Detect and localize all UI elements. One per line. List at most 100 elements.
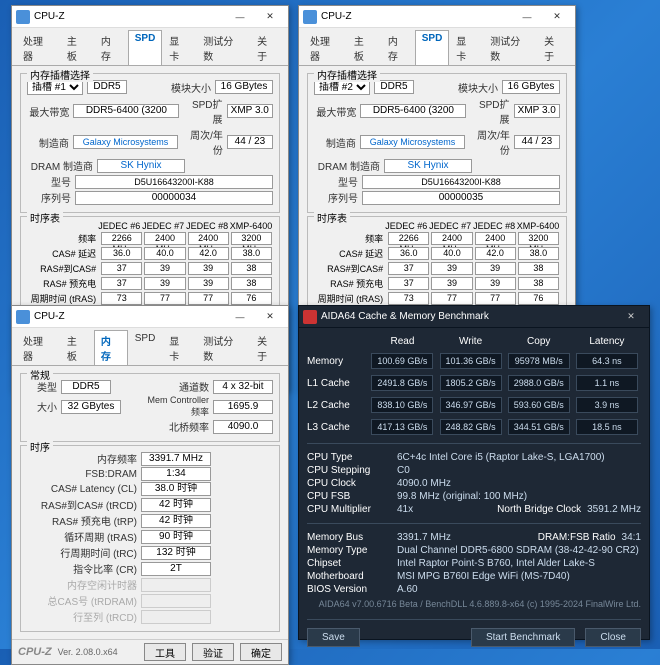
timing-cell: 39: [144, 262, 185, 275]
info-key: CPU Multiplier: [307, 504, 397, 515]
close-button[interactable]: ✕: [256, 8, 284, 26]
maxbw-label: 最大带宽: [314, 104, 356, 119]
tab-about[interactable]: 关于: [250, 330, 284, 365]
info-value: Dual Channel DDR5-6800 SDRAM (38-42-42-9…: [397, 545, 641, 556]
tab-memory[interactable]: 内存: [94, 330, 128, 365]
timing-cell: 76: [518, 292, 559, 305]
aida64-window: AIDA64 Cache & Memory Benchmark ✕ Read W…: [298, 305, 650, 640]
minimize-button[interactable]: —: [226, 308, 254, 326]
fsbdram-label: FSB:DRAM: [27, 469, 137, 480]
close-button[interactable]: ✕: [256, 308, 284, 326]
mfr-value[interactable]: Galaxy Microsystems Ltd.: [360, 135, 465, 149]
tab-spd[interactable]: SPD: [415, 30, 450, 65]
tab-mainboard[interactable]: 主板: [347, 30, 381, 65]
info-key: CPU FSB: [307, 491, 397, 502]
mfr-label: 制造商: [314, 135, 356, 150]
timing-cell: 37: [388, 277, 429, 290]
timing-cell: 38: [231, 262, 272, 275]
tab-cpu[interactable]: 处理器: [303, 30, 347, 65]
timing-cell: 38.0: [518, 247, 559, 260]
modsize-value: 16 GBytes: [502, 80, 560, 94]
info-key2: North Bridge Clock: [497, 504, 587, 515]
idle-value: [141, 578, 211, 592]
window-title: AIDA64 Cache & Memory Benchmark: [321, 311, 489, 322]
tab-bench[interactable]: 测试分数: [483, 30, 537, 65]
ok-button[interactable]: 确定: [240, 643, 282, 661]
mfr-value[interactable]: Galaxy Microsystems Ltd.: [73, 135, 178, 149]
close-button[interactable]: ✕: [543, 8, 571, 26]
tab-cpu[interactable]: 处理器: [16, 30, 60, 65]
cpuz-logo: CPU-Z: [18, 646, 52, 658]
tab-mainboard[interactable]: 主板: [60, 330, 94, 365]
tab-graphics[interactable]: 显卡: [162, 330, 196, 365]
tab-spd[interactable]: SPD: [128, 30, 163, 65]
save-button[interactable]: Save: [307, 628, 360, 647]
serial-label: 序列号: [27, 190, 71, 205]
bench-row-name: L1 Cache: [307, 378, 368, 389]
timing-cell: 77: [188, 292, 229, 305]
timing-cell: 3200 MHz: [231, 232, 272, 245]
minimize-button[interactable]: —: [226, 8, 254, 26]
group-title: 时序: [27, 439, 53, 454]
bench-cell: 344.51 GB/s: [508, 419, 570, 435]
minimize-button[interactable]: —: [513, 8, 541, 26]
rp-value: 42 时钟: [141, 514, 211, 528]
trcd2-label: 行至列 (tRCD): [27, 609, 137, 624]
bench-cell: 100.69 GB/s: [371, 353, 433, 369]
close-button[interactable]: ✕: [617, 308, 645, 326]
app-icon: [16, 310, 30, 324]
bench-cell: 346.97 GB/s: [440, 397, 502, 413]
timing-cell: 37: [101, 262, 142, 275]
titlebar[interactable]: CPU-Z — ✕: [12, 6, 288, 28]
cl-label: CAS# Latency (CL): [27, 484, 137, 495]
start-benchmark-button[interactable]: Start Benchmark: [471, 628, 575, 647]
bench-cell: 95978 MB/s: [508, 353, 570, 369]
tab-cpu[interactable]: 处理器: [16, 330, 60, 365]
tab-graphics[interactable]: 显卡: [449, 30, 483, 65]
titlebar[interactable]: AIDA64 Cache & Memory Benchmark ✕: [299, 306, 649, 328]
group-title: 内存插槽选择: [314, 67, 380, 82]
info-key: Memory Bus: [307, 532, 397, 543]
fsbdram-value: 1:34: [141, 467, 211, 481]
bench-cell: 18.5 ns: [576, 419, 638, 435]
tab-graphics[interactable]: 显卡: [162, 30, 196, 65]
cl-value: 38.0 时钟: [141, 482, 211, 496]
wkyr-label: 周次/年份: [469, 127, 510, 157]
bench-cell: 593.60 GB/s: [508, 397, 570, 413]
close-button[interactable]: Close: [585, 628, 641, 647]
tab-spd[interactable]: SPD: [128, 330, 163, 365]
window-title: CPU-Z: [321, 11, 352, 22]
group-title: 常规: [27, 367, 53, 382]
app-icon: [303, 10, 317, 24]
tabs: 处理器 主板 内存 SPD 显卡 测试分数 关于: [12, 28, 288, 66]
tab-memory[interactable]: 内存: [94, 30, 128, 65]
dram-value[interactable]: SK Hynix: [97, 159, 185, 173]
serial-value: 00000035: [362, 191, 560, 205]
bench-row-name: Memory: [307, 356, 368, 367]
tab-bench[interactable]: 测试分数: [196, 30, 250, 65]
timing-cell: 39: [431, 262, 472, 275]
info-key: CPU Stepping: [307, 465, 397, 476]
rc-label: 行周期时间 (tRC): [27, 545, 137, 560]
tab-about[interactable]: 关于: [537, 30, 571, 65]
tab-memory[interactable]: 内存: [381, 30, 415, 65]
tools-button[interactable]: 工具: [144, 643, 186, 661]
modsize-label: 模块大小: [171, 80, 211, 95]
titlebar[interactable]: CPU-Z —✕: [12, 306, 288, 328]
maxbw-value: DDR5-6400 (3200 MHz): [73, 104, 179, 118]
bench-cell: 838.10 GB/s: [371, 397, 433, 413]
tab-about[interactable]: 关于: [250, 30, 284, 65]
info-value: Intel Raptor Point-S B760, Intel Alder L…: [397, 558, 641, 569]
spdext-label: SPD扩展: [470, 96, 509, 126]
verify-button[interactable]: 验证: [192, 643, 234, 661]
slot-select-group: 内存插槽选择 插槽 #1 DDR5 模块大小 16 GBytes 最大带宽 DD…: [20, 73, 280, 213]
dram-value[interactable]: SK Hynix: [384, 159, 472, 173]
tab-mainboard[interactable]: 主板: [60, 30, 94, 65]
idle-label: 内存空闲计时器: [27, 577, 137, 592]
spdext-value: XMP 3.0: [227, 104, 273, 118]
info-value: 6C+4c Intel Core i5 (Raptor Lake-S, LGA1…: [397, 452, 641, 463]
titlebar[interactable]: CPU-Z —✕: [299, 6, 575, 28]
general-group: 常规 类型 DDR5 通道数 4 x 32-bit 大小 32 GBytes M…: [20, 373, 280, 442]
chan-label: 通道数: [139, 379, 209, 394]
tab-bench[interactable]: 测试分数: [196, 330, 250, 365]
